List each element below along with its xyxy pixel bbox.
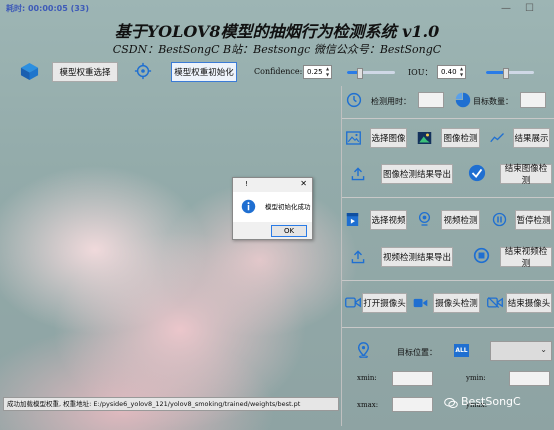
confidence-value: 0.25 <box>307 68 323 76</box>
detect-video-button[interactable]: 视频检测 <box>441 210 480 230</box>
spin-arrows-icon[interactable]: ▲ ▼ <box>458 66 465 78</box>
cube-icon <box>20 62 39 81</box>
iou-label: IOU： <box>408 68 433 77</box>
spin-arrows-icon[interactable]: ▲ ▼ <box>324 66 331 78</box>
detect-image-button[interactable]: 图像检测 <box>441 128 480 148</box>
pause-icon <box>492 212 507 227</box>
close-icon[interactable]: ✕ <box>300 179 307 188</box>
init-model-button[interactable]: 模型权重初始化 <box>171 62 237 82</box>
image-detect-icon <box>417 132 432 144</box>
maximize-icon[interactable]: ☐ <box>525 3 548 14</box>
target-icon[interactable] <box>134 62 152 80</box>
export-video-button[interactable]: 视频检测结果导出 <box>381 247 453 267</box>
watermark-text: BestSongC <box>461 395 521 408</box>
xmax-field <box>392 397 433 412</box>
iou-slider-handle[interactable] <box>503 68 510 79</box>
camera-filled-icon <box>413 298 428 308</box>
status-bar: 成功加载模型权重, 权重地址: E:/pyside6_yolov8_121/yo… <box>3 397 339 411</box>
page-subtitle: CSDN：BestSongC B站：Bestsongc 微信公众号：BestSo… <box>112 43 442 56</box>
dialog-body: 模型初始化成功 <box>233 192 312 222</box>
dialog-title: ! <box>245 180 248 188</box>
detect-camera-button[interactable]: 摄像头检测 <box>433 293 480 313</box>
upload-icon <box>351 250 365 264</box>
xmax-label: xmax: <box>357 401 379 409</box>
show-result-button[interactable]: 结果展示 <box>513 128 550 148</box>
all-badge: ALL <box>454 344 469 357</box>
stop-circle-icon <box>473 247 490 264</box>
panel-divider <box>341 86 342 426</box>
pie-chart-icon <box>455 92 471 108</box>
select-model-button[interactable]: 模型权重选择 <box>52 62 118 82</box>
camera-icon <box>345 297 361 308</box>
select-image-button[interactable]: 选择图像 <box>370 128 407 148</box>
camera-off-icon <box>487 296 503 309</box>
confidence-slider[interactable] <box>347 68 395 79</box>
xmin-field <box>392 371 433 386</box>
wechat-icon <box>444 397 458 409</box>
count-label: 目标数量： <box>473 97 513 106</box>
open-camera-button[interactable]: 打开摄像头 <box>362 293 407 313</box>
video-file-icon <box>346 213 359 226</box>
ymin-label: ymin: <box>466 374 486 382</box>
check-circle-icon <box>468 164 486 182</box>
all-badge-label: ALL <box>455 347 468 354</box>
location-pin-icon <box>357 342 370 358</box>
title-bar: 耗时: 00:00:05 (33) —☐ <box>0 0 554 20</box>
window-controls[interactable]: —☐ <box>501 3 548 14</box>
confidence-label: Confidence: <box>254 67 303 76</box>
ymin-field <box>509 371 550 386</box>
clock-icon <box>346 92 362 108</box>
image-icon <box>346 131 361 145</box>
iou-spinbox[interactable]: 0.40 ▲ ▼ <box>437 65 466 79</box>
end-image-button[interactable]: 结束图像检测 <box>500 164 552 186</box>
upload-icon <box>351 167 365 181</box>
iou-value: 0.40 <box>441 68 457 76</box>
count-field <box>520 92 546 108</box>
page-title: 基于YOLOV8模型的抽烟行为检测系统 v1.0 <box>114 22 440 41</box>
confidence-slider-handle[interactable] <box>357 68 363 79</box>
timer-label: 耗时: 00:00:05 (33) <box>6 4 90 13</box>
xmin-label: xmin: <box>357 374 377 382</box>
dialog-message: 模型初始化成功 <box>265 203 311 211</box>
end-video-button[interactable]: 结束视频检测 <box>500 247 552 269</box>
separator <box>342 118 554 119</box>
line-chart-icon <box>490 133 504 143</box>
select-video-button[interactable]: 选择视频 <box>370 210 407 230</box>
separator <box>342 197 554 198</box>
message-dialog: ! ✕ 模型初始化成功 OK <box>232 177 313 240</box>
iou-slider[interactable] <box>486 68 534 79</box>
separator <box>342 327 554 328</box>
chevron-down-icon[interactable]: ⌄ <box>540 345 547 354</box>
confidence-spinbox[interactable]: 0.25 ▲ ▼ <box>303 65 332 79</box>
target-position-label: 目标位置： <box>397 348 437 357</box>
ok-button[interactable]: OK <box>271 225 307 237</box>
end-camera-button[interactable]: 结束摄像头 <box>506 293 552 313</box>
pause-detect-button[interactable]: 暂停检测 <box>515 210 552 230</box>
separator <box>342 280 554 281</box>
webcam-icon <box>418 211 431 226</box>
export-image-button[interactable]: 图像检测结果导出 <box>381 164 453 184</box>
time-label: 检测用时： <box>371 97 411 106</box>
info-icon <box>241 199 256 214</box>
minimize-icon[interactable]: — <box>501 3 525 14</box>
target-select[interactable]: ⌄ <box>490 341 552 361</box>
time-field <box>418 92 444 108</box>
